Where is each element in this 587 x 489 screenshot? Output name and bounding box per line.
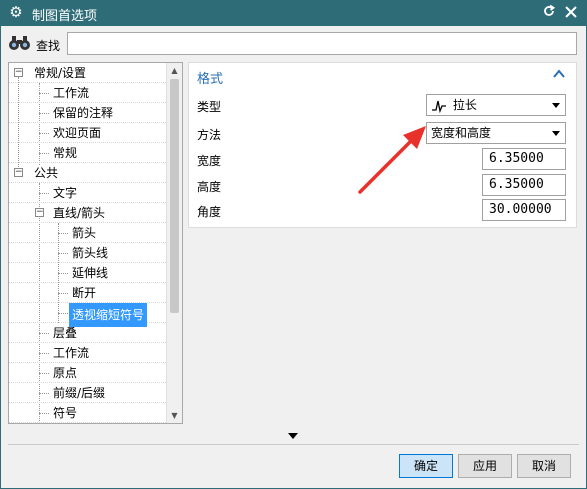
- angle-label: 角度: [197, 205, 222, 219]
- tree-item-lines-arrows[interactable]: − 直线/箭头: [9, 203, 168, 223]
- method-value: 宽度和高度: [431, 126, 492, 140]
- type-label: 类型: [197, 100, 222, 114]
- refresh-icon[interactable]: [540, 4, 558, 22]
- chevron-up-icon[interactable]: [552, 67, 566, 81]
- tree-item-stacking[interactable]: 层叠: [9, 323, 168, 343]
- angle-field[interactable]: 30.00000: [482, 199, 566, 221]
- collapse-toggle[interactable]: −: [35, 208, 44, 217]
- width-field[interactable]: 6.35000: [482, 148, 566, 170]
- ok-button[interactable]: 确定: [399, 454, 453, 478]
- type-value: 拉长: [452, 98, 477, 112]
- tree-item-general[interactable]: 常规: [9, 143, 168, 163]
- search-label: 查找: [36, 39, 61, 53]
- apply-button[interactable]: 应用: [458, 454, 512, 478]
- method-label: 方法: [197, 128, 222, 142]
- tree-item-text[interactable]: 文字: [9, 183, 168, 203]
- collapse-toggle[interactable]: −: [14, 68, 23, 77]
- panel-title: 格式: [197, 72, 224, 87]
- height-label: 高度: [197, 180, 222, 194]
- tree-item-workflow[interactable]: 工作流: [9, 83, 168, 103]
- tree-item-symbol[interactable]: 符号: [9, 403, 168, 423]
- format-panel-header[interactable]: 格式: [189, 63, 576, 87]
- tree-item-common[interactable]: − 公共: [9, 163, 168, 183]
- window-title: 制图首选项: [32, 9, 98, 24]
- preferences-tree: − 常规/设置 工作流 保留的注释 欢迎页面 常规 − 公共 文字 − 直线/箭…: [8, 62, 183, 424]
- scroll-down-icon[interactable]: ▼: [167, 408, 182, 423]
- gear-icon[interactable]: ⚙: [8, 4, 24, 20]
- width-label: 宽度: [197, 154, 222, 168]
- tree-item-welcome-page[interactable]: 欢迎页面: [9, 123, 168, 143]
- method-dropdown[interactable]: 宽度和高度: [426, 122, 566, 144]
- dropdown-arrow-icon: [552, 103, 560, 108]
- binoculars-icon: [8, 34, 32, 52]
- tree-item-general-settings[interactable]: − 常规/设置: [9, 63, 168, 83]
- dropdown-arrow-icon: [552, 131, 560, 136]
- tree-item-foreshortening-symbol[interactable]: 透视缩短符号: [9, 303, 168, 327]
- cancel-button[interactable]: 取消: [517, 454, 571, 478]
- tree-item-break[interactable]: 断开: [9, 283, 168, 303]
- collapse-toggle[interactable]: −: [14, 168, 23, 177]
- expand-more-icon[interactable]: [288, 433, 298, 439]
- scroll-thumb[interactable]: [170, 79, 179, 313]
- height-field[interactable]: 6.35000: [482, 174, 566, 196]
- tree-item-workflow-2[interactable]: 工作流: [9, 343, 168, 363]
- tree-item-prefix-suffix[interactable]: 前缀/后缀: [9, 383, 168, 403]
- type-dropdown[interactable]: 拉长: [426, 94, 566, 116]
- format-panel: 格式 类型 拉长 方法 宽度和高度 宽度 6.35000 高度 6.35000 …: [188, 62, 577, 228]
- zigzag-icon: [431, 99, 449, 113]
- title-bar: ⚙ 制图首选项: [0, 0, 587, 26]
- scroll-up-icon[interactable]: ▲: [167, 63, 182, 78]
- tree-item-arrowhead[interactable]: 箭头: [9, 223, 168, 243]
- tree-scrollbar[interactable]: ▲ ▼: [166, 63, 182, 423]
- close-icon[interactable]: [562, 4, 580, 22]
- tree-item-extension-line[interactable]: 延伸线: [9, 263, 168, 283]
- separator: [8, 444, 579, 445]
- search-input[interactable]: [67, 32, 577, 55]
- tree-item-retained-annotations[interactable]: 保留的注释: [9, 103, 168, 123]
- tree-item-arrow-line[interactable]: 箭头线: [9, 243, 168, 263]
- tree-item-origin[interactable]: 原点: [9, 363, 168, 383]
